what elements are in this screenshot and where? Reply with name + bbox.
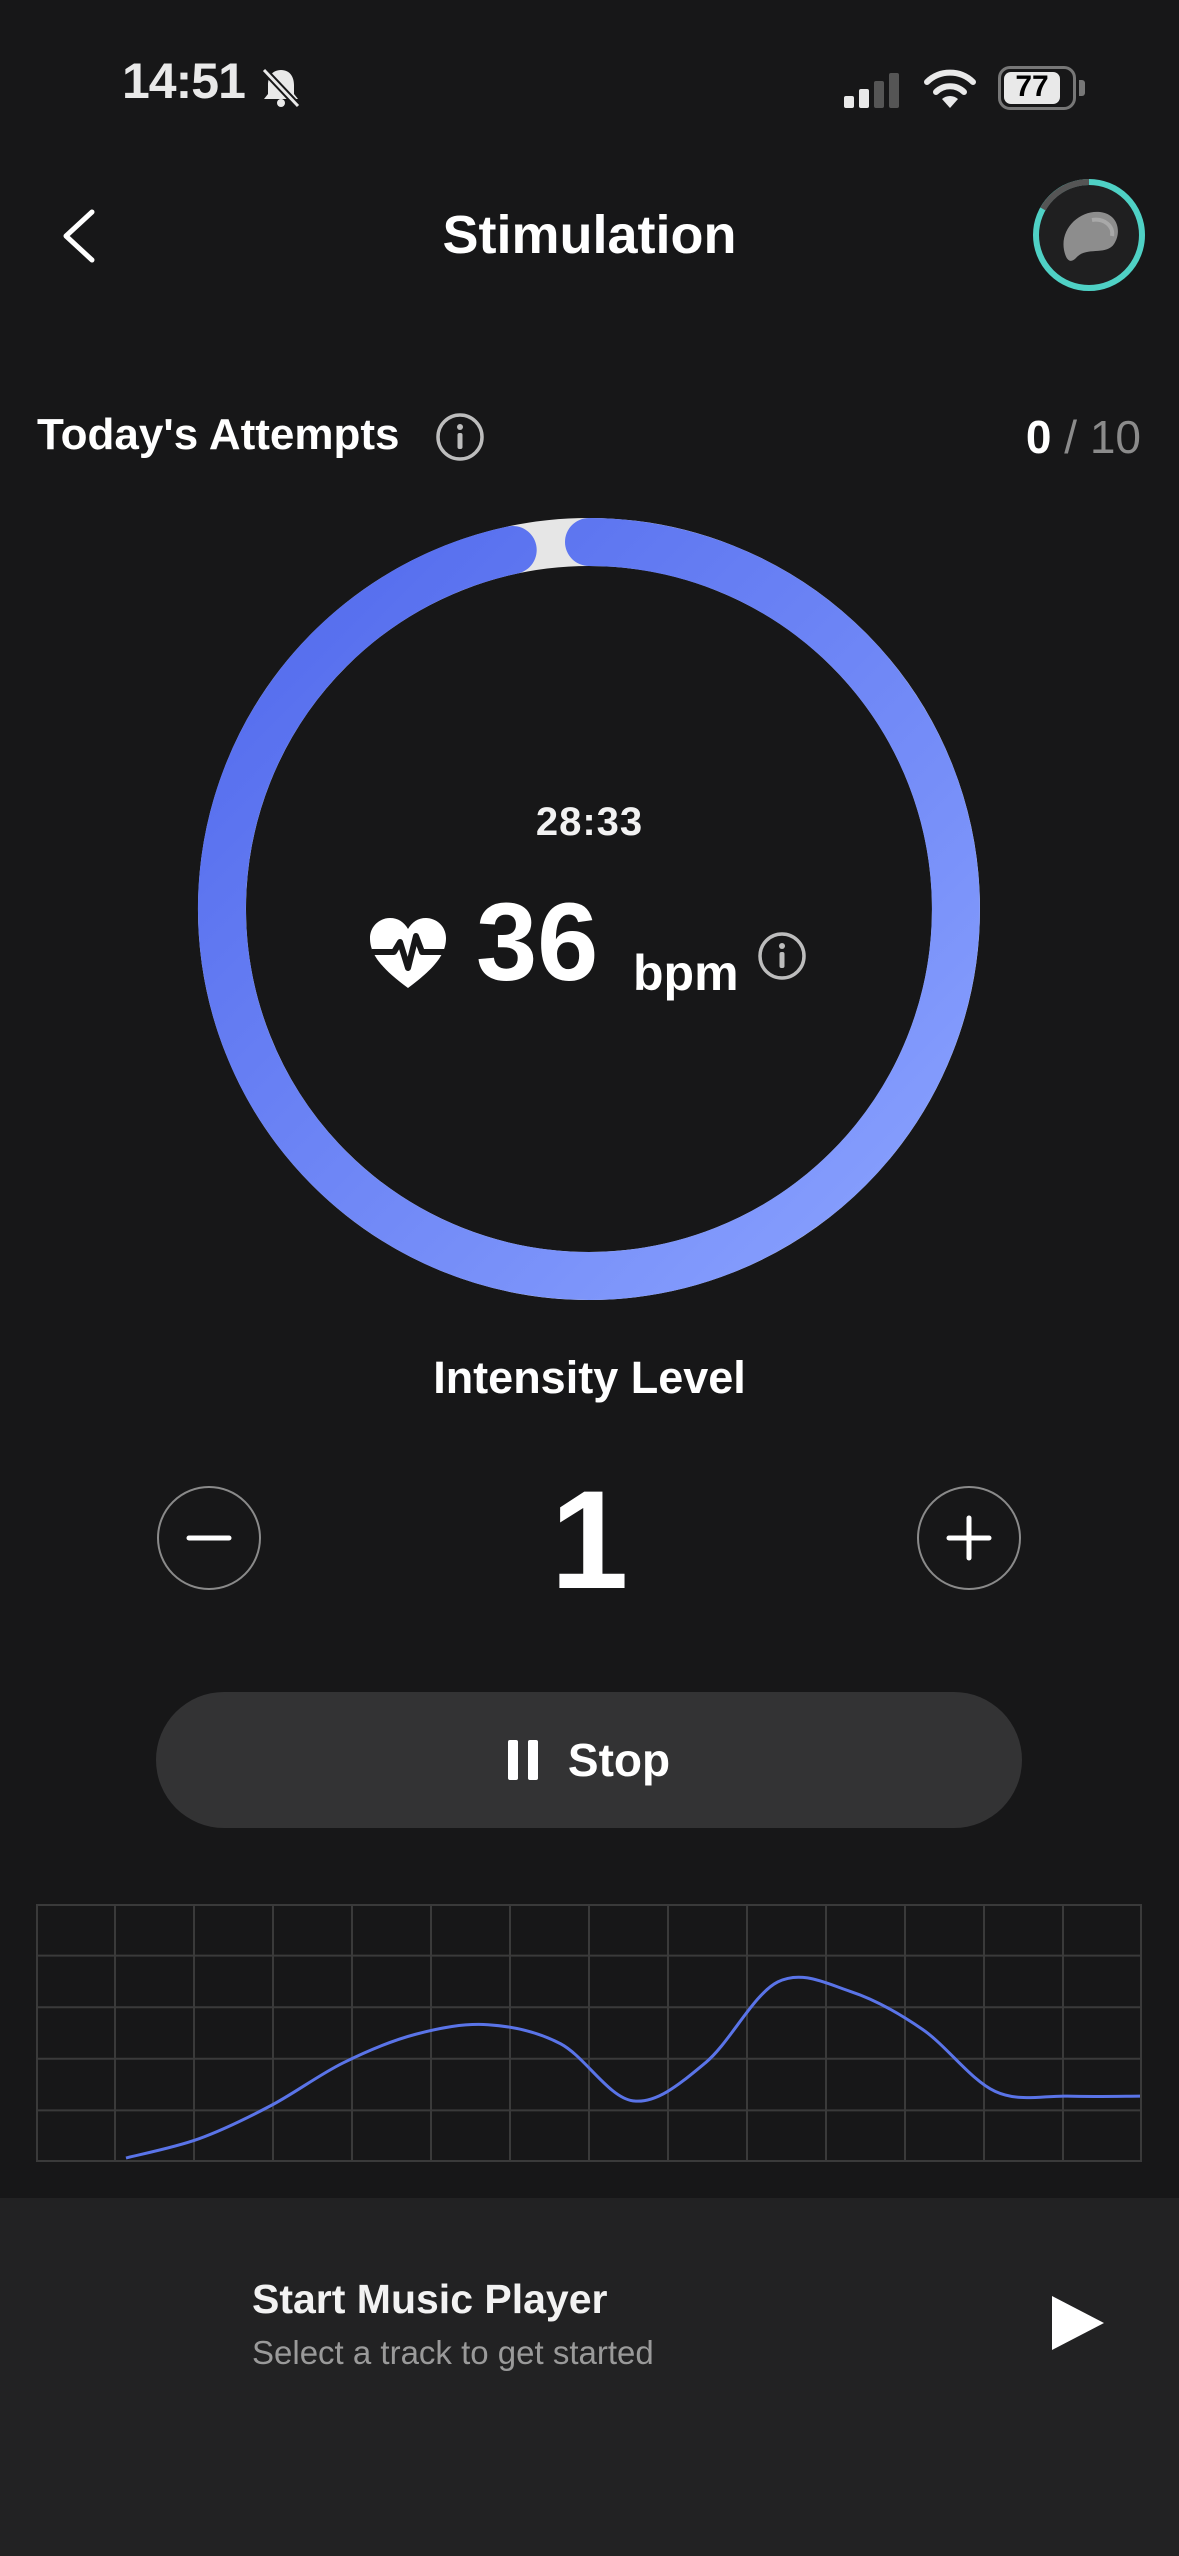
info-icon[interactable] (756, 930, 808, 982)
attempts-separator: / (1051, 411, 1090, 463)
attempts-count: 0 / 10 (1026, 410, 1141, 464)
attempts-label: Today's Attempts (37, 410, 400, 459)
stop-label: Stop (567, 1734, 671, 1786)
attempts-current: 0 (1025, 411, 1052, 463)
increase-intensity-button[interactable] (917, 1486, 1021, 1590)
battery-level: 77 (1015, 70, 1049, 103)
intensity-label: Intensity Level (433, 1352, 746, 1403)
device-status-icon[interactable] (1030, 176, 1148, 294)
play-icon[interactable] (1050, 2294, 1106, 2352)
status-time: 14:51 (122, 53, 246, 109)
session-timer: 28:33 (535, 800, 644, 844)
music-subtitle: Select a track to get started (252, 2334, 654, 2371)
heart-rate-icon (370, 918, 446, 988)
battery-icon: 77 (998, 66, 1076, 110)
battery-tip (1079, 80, 1085, 96)
chart-series-line (125, 1975, 1141, 2160)
bpm-value: 36 (476, 881, 599, 1004)
pause-icon (507, 1740, 538, 1780)
wifi-icon (924, 69, 976, 108)
bpm-unit: bpm (633, 945, 739, 1001)
attempts-total: 10 (1089, 411, 1141, 463)
heart-rate-chart (36, 1904, 1142, 2162)
plus-icon (946, 1515, 992, 1561)
music-title: Start Music Player (252, 2276, 608, 2322)
stop-button[interactable]: Stop (156, 1692, 1022, 1828)
info-icon[interactable] (434, 411, 486, 463)
signal-icon (844, 73, 899, 108)
silent-bell-icon (261, 67, 301, 109)
music-player-panel[interactable] (0, 2198, 1179, 2556)
page-title: Stimulation (442, 205, 737, 265)
